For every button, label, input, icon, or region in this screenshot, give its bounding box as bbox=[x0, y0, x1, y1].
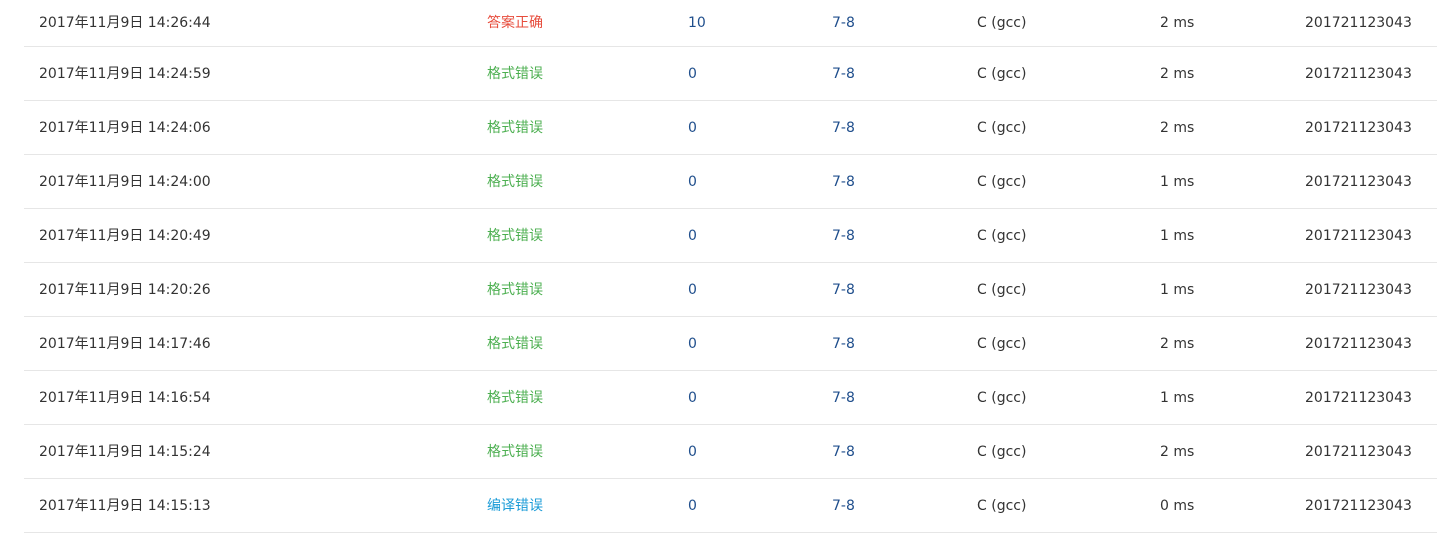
table-row: 2017年11月9日 14:26:44 答案正确 10 7-8 C (gcc) … bbox=[24, 0, 1437, 47]
submissions-table: 2017年11月9日 14:26:44 答案正确 10 7-8 C (gcc) … bbox=[24, 0, 1437, 533]
compiler: C (gcc) bbox=[977, 497, 1027, 514]
score-link[interactable]: 10 bbox=[688, 13, 706, 33]
user-id: 201721123043 bbox=[1305, 227, 1412, 244]
status-link[interactable]: 格式错误 bbox=[487, 280, 543, 300]
submit-time: 2017年11月9日 14:15:24 bbox=[39, 443, 211, 460]
problem-link[interactable]: 7-8 bbox=[832, 334, 855, 354]
status-link[interactable]: 格式错误 bbox=[487, 226, 543, 246]
runtime: 0 ms bbox=[1160, 497, 1195, 514]
compiler: C (gcc) bbox=[977, 443, 1027, 460]
problem-link[interactable]: 7-8 bbox=[832, 280, 855, 300]
runtime: 1 ms bbox=[1160, 389, 1195, 406]
status-link[interactable]: 格式错误 bbox=[487, 442, 543, 462]
score-link[interactable]: 0 bbox=[688, 496, 697, 516]
table-row: 2017年11月9日 14:24:59 格式错误 0 7-8 C (gcc) 2… bbox=[24, 47, 1437, 101]
table-row: 2017年11月9日 14:24:00 格式错误 0 7-8 C (gcc) 1… bbox=[24, 155, 1437, 209]
user-id: 201721123043 bbox=[1305, 335, 1412, 352]
runtime: 1 ms bbox=[1160, 281, 1195, 298]
problem-link[interactable]: 7-8 bbox=[832, 172, 855, 192]
runtime: 2 ms bbox=[1160, 15, 1195, 31]
status-link[interactable]: 格式错误 bbox=[487, 334, 543, 354]
compiler: C (gcc) bbox=[977, 281, 1027, 298]
problem-link[interactable]: 7-8 bbox=[832, 64, 855, 84]
status-link[interactable]: 编译错误 bbox=[487, 496, 543, 516]
table-row: 2017年11月9日 14:20:26 格式错误 0 7-8 C (gcc) 1… bbox=[24, 263, 1437, 317]
user-id: 201721123043 bbox=[1305, 65, 1412, 82]
compiler: C (gcc) bbox=[977, 173, 1027, 190]
table-row: 2017年11月9日 14:24:06 格式错误 0 7-8 C (gcc) 2… bbox=[24, 101, 1437, 155]
problem-link[interactable]: 7-8 bbox=[832, 388, 855, 408]
submit-time: 2017年11月9日 14:15:13 bbox=[39, 497, 211, 514]
submit-time: 2017年11月9日 14:24:06 bbox=[39, 119, 211, 136]
status-link[interactable]: 格式错误 bbox=[487, 64, 543, 84]
status-link[interactable]: 格式错误 bbox=[487, 172, 543, 192]
user-id: 201721123043 bbox=[1305, 443, 1412, 460]
problem-link[interactable]: 7-8 bbox=[832, 13, 855, 33]
submit-time: 2017年11月9日 14:20:26 bbox=[39, 281, 211, 298]
problem-link[interactable]: 7-8 bbox=[832, 496, 855, 516]
compiler: C (gcc) bbox=[977, 389, 1027, 406]
compiler: C (gcc) bbox=[977, 335, 1027, 352]
score-link[interactable]: 0 bbox=[688, 334, 697, 354]
problem-link[interactable]: 7-8 bbox=[832, 226, 855, 246]
submit-time: 2017年11月9日 14:24:59 bbox=[39, 65, 211, 82]
status-link[interactable]: 答案正确 bbox=[487, 13, 543, 33]
runtime: 2 ms bbox=[1160, 65, 1195, 82]
submit-time: 2017年11月9日 14:17:46 bbox=[39, 335, 211, 352]
submit-time: 2017年11月9日 14:20:49 bbox=[39, 227, 211, 244]
table-row: 2017年11月9日 14:16:54 格式错误 0 7-8 C (gcc) 1… bbox=[24, 371, 1437, 425]
submit-time: 2017年11月9日 14:26:44 bbox=[39, 15, 211, 31]
submit-time: 2017年11月9日 14:16:54 bbox=[39, 389, 211, 406]
runtime: 2 ms bbox=[1160, 335, 1195, 352]
user-id: 201721123043 bbox=[1305, 497, 1412, 514]
submit-time: 2017年11月9日 14:24:00 bbox=[39, 173, 211, 190]
score-link[interactable]: 0 bbox=[688, 172, 697, 192]
problem-link[interactable]: 7-8 bbox=[832, 442, 855, 462]
table-row: 2017年11月9日 14:20:49 格式错误 0 7-8 C (gcc) 1… bbox=[24, 209, 1437, 263]
user-id: 201721123043 bbox=[1305, 15, 1412, 31]
table-row: 2017年11月9日 14:15:13 编译错误 0 7-8 C (gcc) 0… bbox=[24, 479, 1437, 533]
user-id: 201721123043 bbox=[1305, 173, 1412, 190]
runtime: 1 ms bbox=[1160, 227, 1195, 244]
score-link[interactable]: 0 bbox=[688, 226, 697, 246]
runtime: 2 ms bbox=[1160, 443, 1195, 460]
problem-link[interactable]: 7-8 bbox=[832, 118, 855, 138]
score-link[interactable]: 0 bbox=[688, 280, 697, 300]
score-link[interactable]: 0 bbox=[688, 442, 697, 462]
compiler: C (gcc) bbox=[977, 227, 1027, 244]
score-link[interactable]: 0 bbox=[688, 118, 697, 138]
compiler: C (gcc) bbox=[977, 15, 1027, 31]
compiler: C (gcc) bbox=[977, 119, 1027, 136]
runtime: 2 ms bbox=[1160, 119, 1195, 136]
table-row: 2017年11月9日 14:15:24 格式错误 0 7-8 C (gcc) 2… bbox=[24, 425, 1437, 479]
table-row: 2017年11月9日 14:17:46 格式错误 0 7-8 C (gcc) 2… bbox=[24, 317, 1437, 371]
compiler: C (gcc) bbox=[977, 65, 1027, 82]
score-link[interactable]: 0 bbox=[688, 388, 697, 408]
runtime: 1 ms bbox=[1160, 173, 1195, 190]
user-id: 201721123043 bbox=[1305, 281, 1412, 298]
score-link[interactable]: 0 bbox=[688, 64, 697, 84]
user-id: 201721123043 bbox=[1305, 119, 1412, 136]
status-link[interactable]: 格式错误 bbox=[487, 118, 543, 138]
status-link[interactable]: 格式错误 bbox=[487, 388, 543, 408]
user-id: 201721123043 bbox=[1305, 389, 1412, 406]
